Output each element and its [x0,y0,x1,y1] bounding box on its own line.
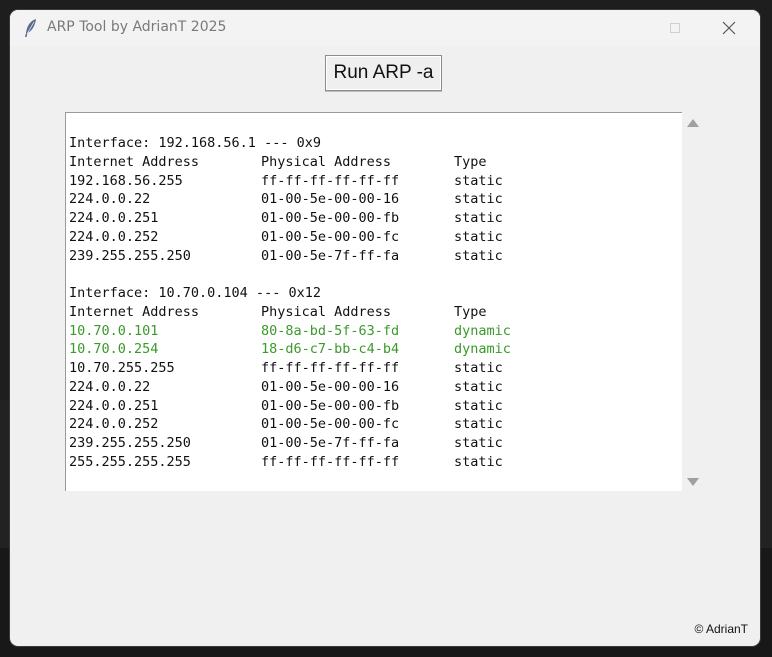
column-header: Internet Address [69,153,200,170]
ip-address: 239.255.255.250 [69,247,191,264]
feather-icon [25,19,36,37]
ip-address: 224.0.0.22 [69,191,151,208]
ip-address: 10.70.0.254 [69,341,159,358]
ip-address: 224.0.0.251 [69,397,159,414]
entry-type: static [454,416,503,433]
arp-entry-row: 10.70.0.254 18-d6-c7-bb-c4-b4 dynamic [69,340,669,359]
ip-address: 224.0.0.252 [69,416,159,433]
close-icon [722,21,736,35]
entry-type: static [454,172,503,189]
mac-address: 01-00-5e-00-00-16 [261,191,400,208]
arp-entry-row: 224.0.0.251 01-00-5e-00-00-fb static [69,209,669,228]
mac-address: 01-00-5e-7f-ff-fa [261,435,400,451]
entry-type: static [454,453,503,470]
maximize-icon [670,23,680,33]
scroll-up-arrow-icon[interactable] [687,119,699,127]
entry-type: dynamic [454,322,511,339]
mac-address: ff-ff-ff-ff-ff-ff [261,360,400,376]
window-title: ARP Tool by AdrianT 2025 [47,19,227,35]
arp-entry-row: 224.0.0.252 01-00-5e-00-00-fc static [69,228,669,247]
column-header: Type [454,153,487,170]
run-arp-button[interactable]: Run ARP -a [325,55,442,91]
entry-type: static [454,228,503,245]
column-header: Type [454,303,487,320]
column-header: Physical Address [261,153,392,170]
mac-address: 01-00-5e-00-00-fb [261,397,400,414]
entry-type: static [454,210,503,226]
mac-address: ff-ff-ff-ff-ff-ff [261,453,400,470]
ip-address: 239.255.255.250 [69,435,191,451]
arp-entry-row: 255.255.255.255 ff-ff-ff-ff-ff-ff static [69,453,669,472]
ip-address: 224.0.0.252 [69,228,159,245]
entry-type: static [454,360,503,376]
arp-entry-row: 10.70.255.255 ff-ff-ff-ff-ff-ff static [69,359,669,378]
mac-address: 18-d6-c7-bb-c4-b4 [261,341,400,358]
minimize-button[interactable] [606,10,652,46]
title-bar[interactable]: ARP Tool by AdrianT 2025 [10,10,760,46]
output-scrollbar[interactable] [682,112,704,491]
arp-entry-row: 224.0.0.251 01-00-5e-00-00-fb static [69,397,669,416]
column-header-row: Internet Address Physical Address Type [69,303,669,322]
entry-type: static [454,397,503,414]
ip-address: 224.0.0.22 [69,378,151,395]
arp-entry-row: 239.255.255.250 01-00-5e-7f-ff-fa static [69,434,669,453]
mac-address: 01-00-5e-00-00-fb [261,210,400,226]
arp-entry-row: 224.0.0.22 01-00-5e-00-00-16 static [69,378,669,397]
column-header: Physical Address [261,303,392,320]
column-header: Internet Address [69,303,200,320]
arp-tool-window: ARP Tool by AdrianT 2025 Run ARP -a Inte… [10,10,760,646]
arp-entry-row: 224.0.0.252 01-00-5e-00-00-fc static [69,415,669,434]
ip-address: 224.0.0.251 [69,210,159,226]
scroll-down-arrow-icon[interactable] [687,478,699,486]
ip-address: 10.70.255.255 [69,360,175,376]
entry-type: dynamic [454,341,511,358]
mac-address: 01-00-5e-00-00-16 [261,378,400,395]
mac-address: 01-00-5e-00-00-fc [261,228,400,245]
arp-entry-row: 192.168.56.255 ff-ff-ff-ff-ff-ff static [69,172,669,191]
ip-address: 10.70.0.101 [69,322,159,339]
column-header-row: Internet Address Physical Address Type [69,153,669,172]
mac-address: ff-ff-ff-ff-ff-ff [261,172,400,189]
mac-address: 01-00-5e-00-00-fc [261,416,400,433]
ip-address: 255.255.255.255 [69,453,191,470]
entry-type: static [454,435,503,451]
arp-entry-row: 239.255.255.250 01-00-5e-7f-ff-fa static [69,247,669,266]
interface-header: Interface: 192.168.56.1 --- 0x9 [69,135,321,151]
entry-type: static [454,191,503,208]
arp-entry-row: 10.70.0.101 80-8a-bd-5f-63-fd dynamic [69,322,669,341]
arp-output-text[interactable]: Interface: 192.168.56.1 --- 0x9 Internet … [65,112,682,491]
footer-credit: © AdrianT [694,622,748,636]
close-button[interactable] [706,10,752,46]
mac-address: 80-8a-bd-5f-63-fd [261,322,400,339]
minimize-icon [624,27,634,29]
arp-entry-row: 224.0.0.22 01-00-5e-00-00-16 static [69,190,669,209]
maximize-button[interactable] [652,10,698,46]
entry-type: static [454,378,503,395]
mac-address: 01-00-5e-7f-ff-fa [261,247,400,264]
ip-address: 192.168.56.255 [69,172,183,189]
interface-header: Interface: 10.70.0.104 --- 0x12 [69,285,321,301]
entry-type: static [454,247,503,264]
